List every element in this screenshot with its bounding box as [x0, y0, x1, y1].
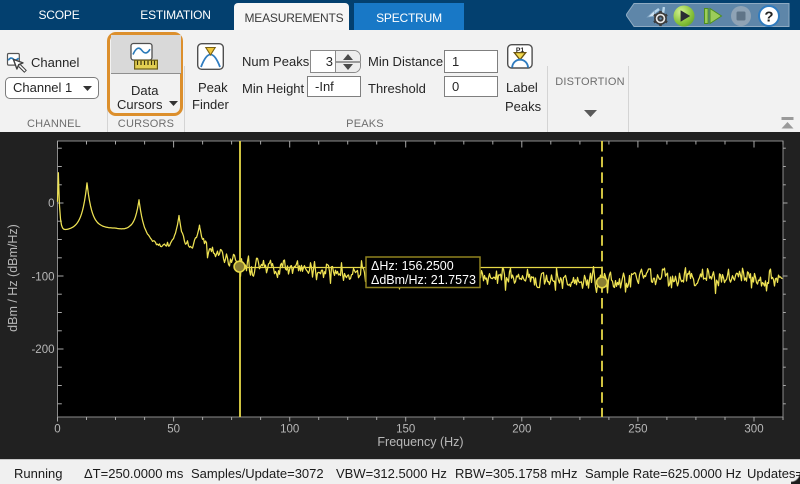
svg-text:150: 150: [396, 424, 415, 436]
svg-text:300: 300: [744, 424, 763, 436]
svg-text:Frequency (Hz): Frequency (Hz): [377, 435, 463, 449]
svg-text:?: ?: [764, 9, 773, 26]
svg-text:dBm / Hz (dBm/Hz): dBm / Hz (dBm/Hz): [6, 224, 20, 332]
svg-text:0: 0: [48, 198, 54, 210]
svg-text:250: 250: [628, 424, 647, 436]
svg-text:200: 200: [512, 424, 531, 436]
svg-text:-100: -100: [31, 272, 54, 284]
svg-text:100: 100: [280, 424, 299, 436]
svg-text:-200: -200: [31, 344, 54, 356]
svg-text:0: 0: [54, 424, 60, 436]
svg-text:ΔdBm/Hz: 21.7573: ΔdBm/Hz: 21.7573: [371, 273, 476, 287]
svg-text:ΔHz: 156.2500: ΔHz: 156.2500: [371, 259, 454, 273]
svg-text:50: 50: [167, 424, 180, 436]
